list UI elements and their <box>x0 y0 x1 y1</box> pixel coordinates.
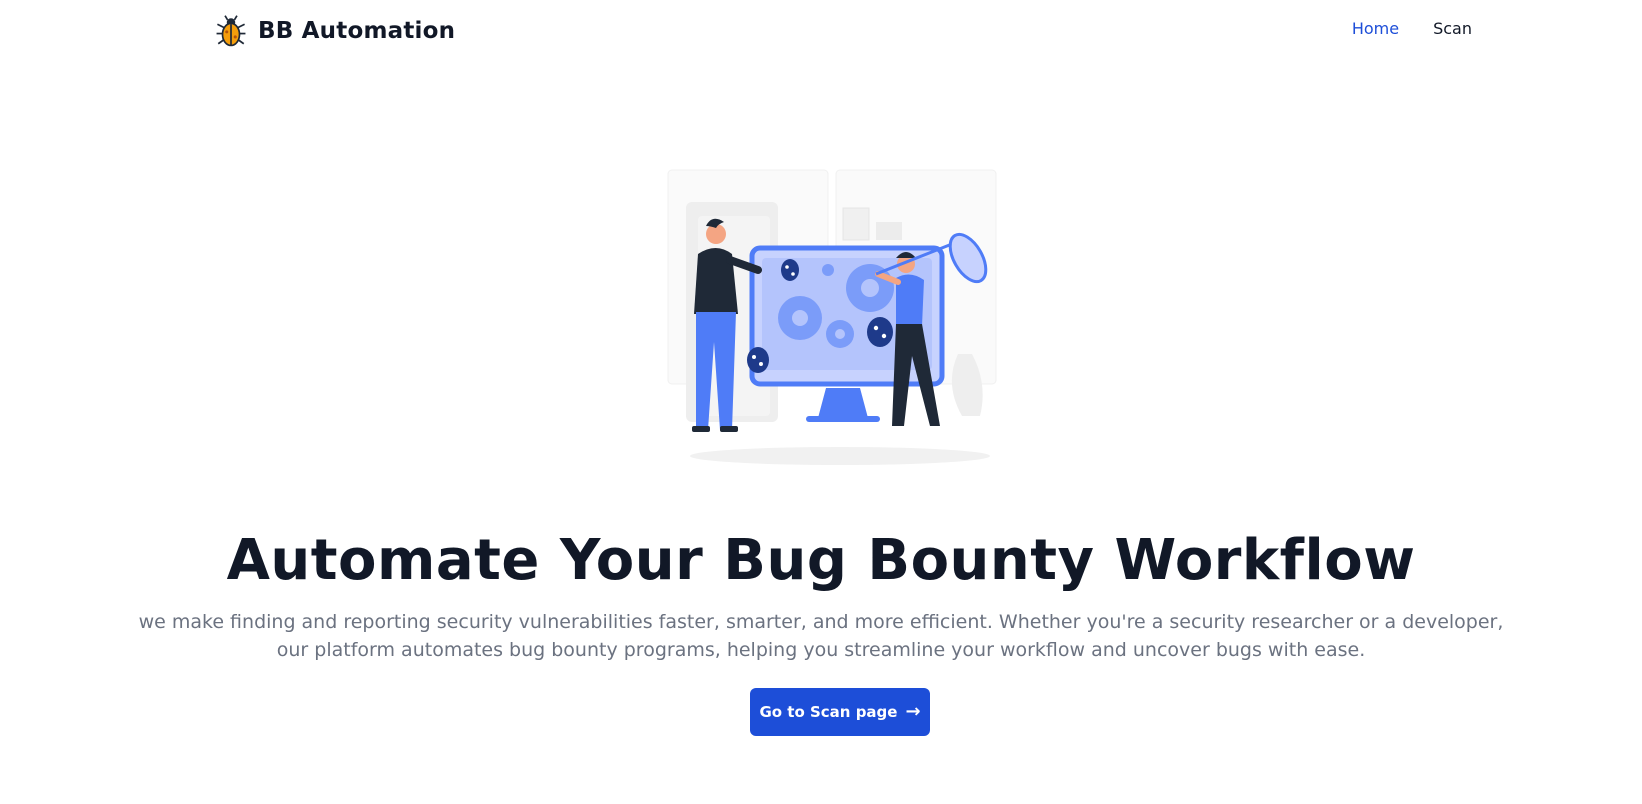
bug-hunting-illustration <box>667 169 997 465</box>
bug-icon <box>216 15 246 47</box>
brand-name: BB Automation <box>258 18 456 44</box>
hero-title: Automate Your Bug Bounty Workflow <box>226 528 1416 593</box>
arrow-right-icon: → <box>905 701 921 722</box>
go-to-scan-button[interactable]: Go to Scan page → <box>750 688 930 736</box>
navbar: BB Automation Home Scan <box>0 0 1642 60</box>
nav-links: Home Scan <box>1352 19 1472 38</box>
nav-link-scan[interactable]: Scan <box>1433 19 1472 38</box>
cta-label: Go to Scan page <box>759 703 898 721</box>
hero-description: we make finding and reporting security v… <box>138 611 1504 661</box>
nav-link-home[interactable]: Home <box>1352 19 1399 38</box>
brand-link[interactable]: BB Automation <box>214 14 455 48</box>
